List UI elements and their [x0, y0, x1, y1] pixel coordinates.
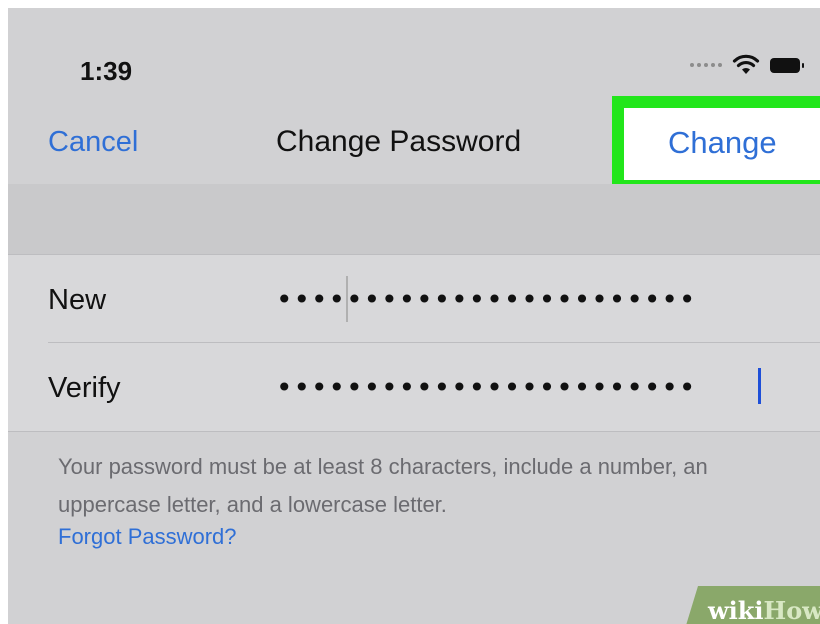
- signal-dots-icon: [690, 63, 722, 67]
- page-title: Change Password: [276, 125, 522, 158]
- cancel-button[interactable]: Cancel: [48, 126, 138, 159]
- phone-screen: 1:39 Cancel Change Password Change New •…: [8, 8, 820, 624]
- new-password-label: New: [48, 284, 107, 316]
- password-requirements-text: Your password must be at least 8 charact…: [58, 454, 708, 517]
- wikihow-watermark: wikiHow: [708, 596, 820, 624]
- forgot-password-link[interactable]: Forgot Password?: [58, 524, 237, 550]
- watermark-part-1: wiki: [708, 596, 764, 624]
- verify-password-label: Verify: [48, 372, 121, 404]
- status-icons: [690, 54, 804, 76]
- text-cursor: [758, 368, 761, 404]
- row-divider: [48, 342, 820, 343]
- section-spacer: [8, 184, 820, 254]
- watermark-part-2: How: [763, 596, 820, 624]
- new-password-field[interactable]: ••••••••••••••••••••••••: [276, 283, 696, 316]
- status-time: 1:39: [80, 56, 133, 86]
- wifi-icon: [732, 54, 760, 74]
- battery-icon: [770, 57, 804, 73]
- text-cursor-ghost: [346, 276, 348, 322]
- verify-password-field[interactable]: ••••••••••••••••••••••••: [276, 371, 696, 404]
- change-button[interactable]: Change: [668, 125, 777, 161]
- password-form: [8, 254, 820, 432]
